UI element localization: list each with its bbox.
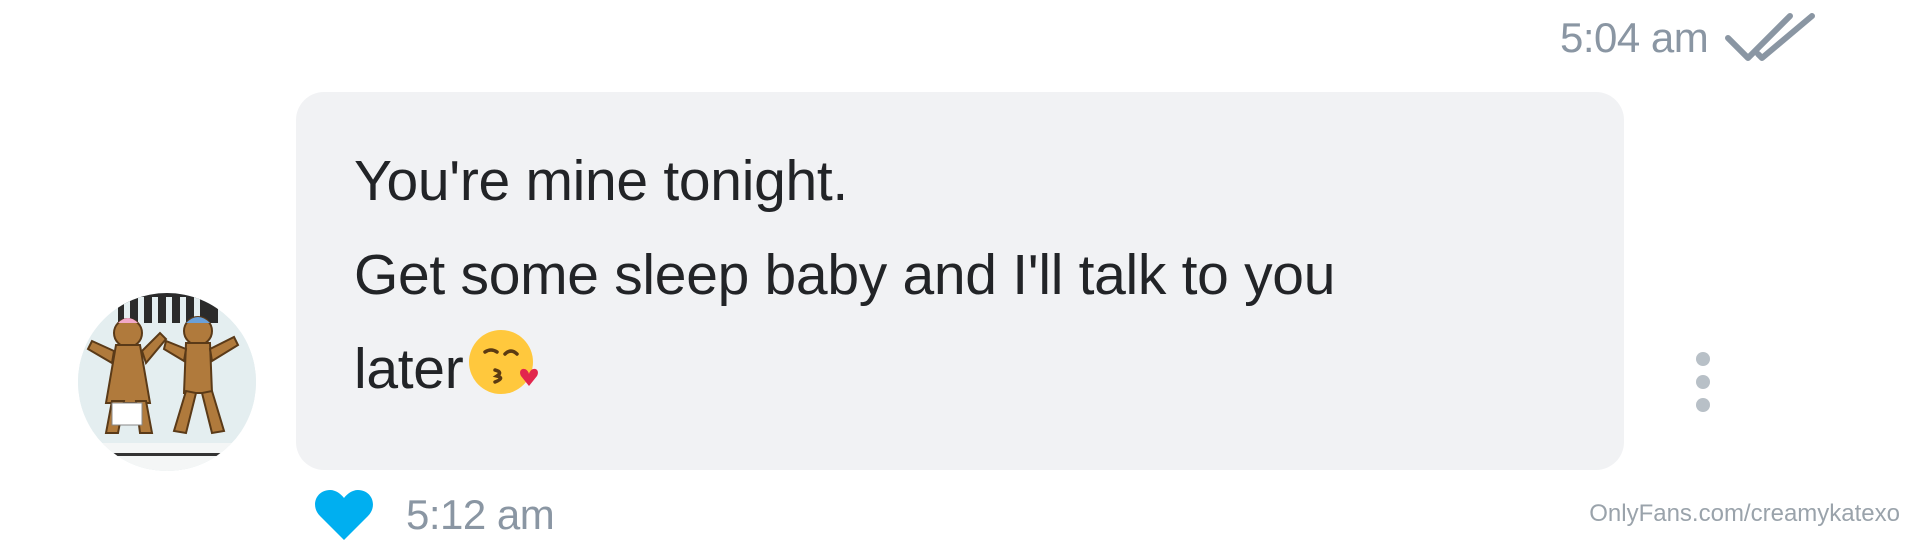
message-line-3-text: later	[354, 337, 464, 401]
message-line-2: Get some sleep baby and I'll talk to you	[354, 243, 1336, 307]
sender-avatar[interactable]	[78, 293, 256, 471]
message-time: 5:12 am	[406, 491, 555, 538]
message-bubble[interactable]: You're mine tonight. Get some sleep baby…	[296, 92, 1624, 470]
kissing-face-emoji-icon	[469, 330, 539, 394]
previous-message-time: 5:04 am	[1560, 14, 1709, 61]
heart-icon[interactable]	[314, 488, 374, 542]
message-line-3: later	[354, 322, 1584, 416]
chat-view: 5:04 am You're mine tonight. Get some sl…	[0, 0, 1920, 551]
message-line-1: You're mine tonight.	[354, 149, 848, 213]
more-vertical-icon[interactable]	[1688, 352, 1718, 412]
watermark: OnlyFans.com/creamykatexo	[1589, 500, 1900, 527]
gingerbread-avatar-image	[78, 293, 256, 471]
message-footer: 5:12 am	[314, 484, 555, 546]
double-check-icon	[1725, 13, 1816, 61]
previous-message-meta: 5:04 am	[1560, 8, 1816, 68]
